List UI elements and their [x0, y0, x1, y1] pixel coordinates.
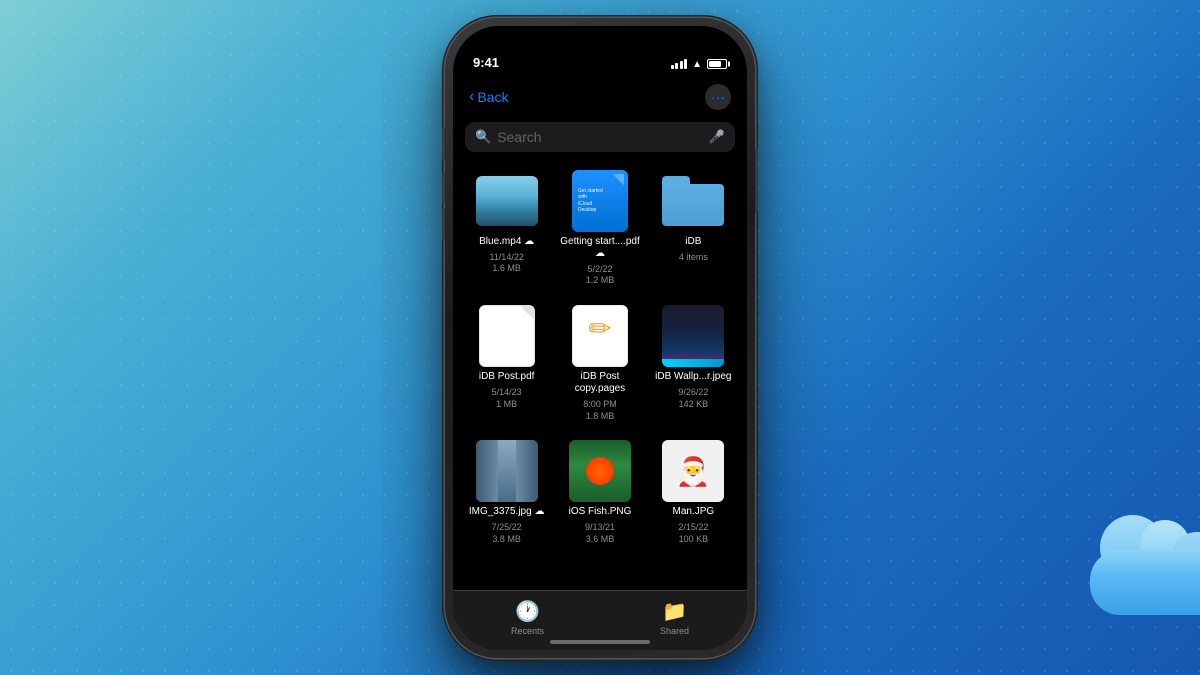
file-icon — [662, 170, 724, 232]
file-icon: ✏ — [569, 305, 631, 367]
file-meta: 5/2/221.2 MB — [586, 264, 615, 287]
home-indicator — [550, 640, 650, 644]
file-icon: Get startedwithiCloudDesktop — [569, 170, 631, 232]
battery-icon — [707, 59, 727, 69]
folder-thumbnail — [662, 176, 724, 226]
doc-thumbnail: Get startedwithiCloudDesktop — [572, 170, 628, 232]
file-meta: 7/25/223.8 MB — [492, 522, 522, 545]
file-item[interactable]: iOS Fish.PNG 9/13/213.6 MB — [554, 432, 645, 553]
file-icon — [476, 305, 538, 367]
file-icon — [662, 305, 724, 367]
status-time: 9:41 — [473, 55, 499, 72]
tab-recents-label: Recents — [511, 626, 544, 636]
file-meta: 11/14/221.6 MB — [489, 252, 523, 275]
wallpaper-thumbnail — [662, 305, 724, 367]
recents-icon: 🕐 — [515, 599, 540, 624]
file-icon — [476, 440, 538, 502]
pages-thumbnail: ✏ — [572, 305, 628, 367]
mic-icon[interactable]: 🎤 — [709, 129, 725, 145]
pdf-thumbnail — [479, 305, 535, 367]
file-name: IMG_3375.jpg ☁ — [469, 506, 545, 518]
nav-bar: ‹ Back ··· — [453, 76, 747, 118]
file-name: iDB Post.pdf — [479, 371, 535, 383]
dynamic-island — [555, 38, 645, 66]
fish-thumbnail — [569, 440, 631, 502]
tab-recents[interactable]: 🕐 Recents — [511, 599, 544, 636]
file-meta: 5/14/231 MB — [492, 387, 522, 410]
file-item[interactable]: IMG_3375.jpg ☁ 7/25/223.8 MB — [461, 432, 552, 553]
file-grid: Blue.mp4 ☁ 11/14/221.6 MB Get startedwit… — [453, 162, 747, 554]
phone: 9:41 ▲ ‹ Back — [445, 18, 755, 658]
search-placeholder: Search — [497, 129, 703, 145]
man-thumbnail: 🎅 — [662, 440, 724, 502]
icloud-decoration — [1070, 505, 1200, 615]
file-name: iDB — [685, 236, 701, 248]
back-button[interactable]: ‹ Back — [469, 88, 508, 106]
screen-content: ‹ Back ··· 🔍 Search 🎤 — [453, 76, 747, 590]
file-icon — [569, 440, 631, 502]
file-item[interactable]: Blue.mp4 ☁ 11/14/221.6 MB — [461, 162, 552, 295]
file-name: iOS Fish.PNG — [569, 506, 632, 518]
file-name: iDB Wallp...r.jpeg — [655, 371, 731, 383]
search-icon: 🔍 — [475, 129, 491, 145]
file-item[interactable]: iDB 4 items — [648, 162, 739, 295]
file-item[interactable]: ✏ iDB Post copy.pages 8:00 PM1.8 MB — [554, 297, 645, 430]
file-item[interactable]: iDB Post.pdf 5/14/231 MB — [461, 297, 552, 430]
file-meta: 4 items — [679, 252, 708, 264]
curtains-thumbnail — [476, 440, 538, 502]
file-item[interactable]: Get startedwithiCloudDesktop Getting sta… — [554, 162, 645, 295]
file-item[interactable]: 🎅 Man.JPG 2/15/22100 KB — [648, 432, 739, 553]
more-icon: ··· — [711, 89, 725, 105]
file-meta: 9/26/22142 KB — [678, 387, 708, 410]
video-thumbnail — [476, 176, 538, 226]
status-icons: ▲ — [671, 59, 727, 72]
file-name: Blue.mp4 ☁ — [479, 236, 534, 248]
wifi-icon: ▲ — [692, 59, 702, 70]
file-meta: 8:00 PM1.8 MB — [583, 399, 617, 422]
file-icon — [476, 170, 538, 232]
file-meta: 2/15/22100 KB — [678, 522, 708, 545]
signal-icon — [671, 59, 688, 69]
file-meta: 9/13/213.6 MB — [585, 522, 615, 545]
file-icon: 🎅 — [662, 440, 724, 502]
back-label: Back — [477, 89, 508, 105]
file-name: Man.JPG — [672, 506, 714, 518]
tab-shared[interactable]: 📁 Shared — [660, 599, 689, 636]
file-item[interactable]: iDB Wallp...r.jpeg 9/26/22142 KB — [648, 297, 739, 430]
file-name: iDB Post copy.pages — [560, 371, 640, 395]
search-bar[interactable]: 🔍 Search 🎤 — [465, 122, 735, 152]
more-button[interactable]: ··· — [705, 84, 731, 110]
shared-icon: 📁 — [662, 599, 687, 624]
phone-screen: 9:41 ▲ ‹ Back — [453, 26, 747, 650]
tab-shared-label: Shared — [660, 626, 689, 636]
file-name: Getting start....pdf ☁ — [560, 236, 640, 260]
back-chevron-icon: ‹ — [469, 88, 474, 106]
